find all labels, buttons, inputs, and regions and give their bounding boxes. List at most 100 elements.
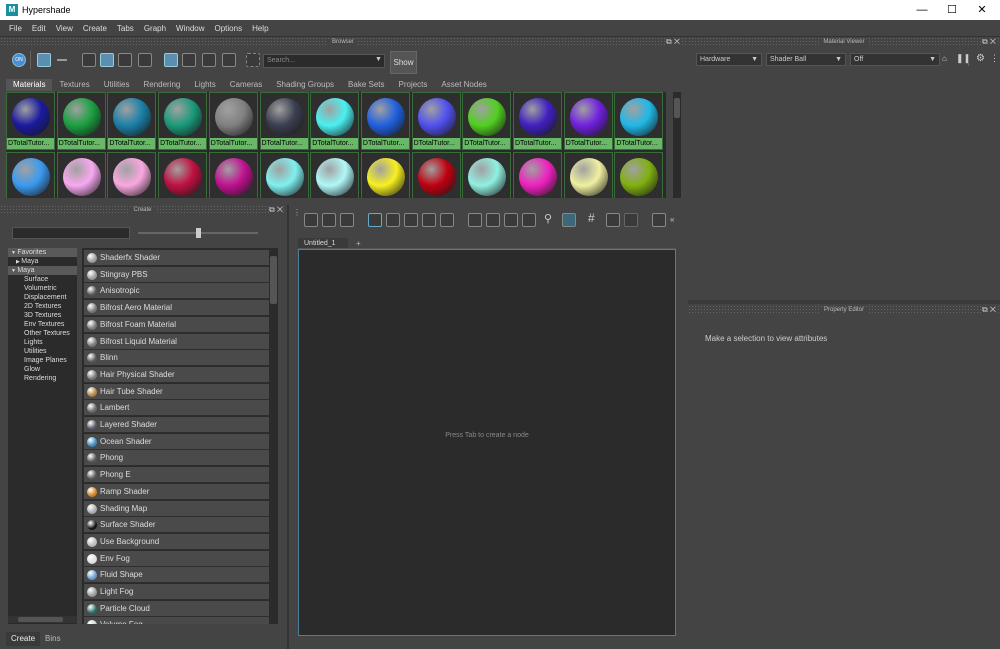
tree-item-lights[interactable]: Lights (8, 338, 77, 347)
create-item-anisotropic[interactable]: Anisotropic (84, 283, 269, 300)
menu-options[interactable]: Options (210, 24, 248, 33)
swatch-size-icon[interactable] (138, 53, 152, 67)
layout-icon[interactable] (386, 213, 400, 227)
panel-splitter[interactable] (287, 205, 289, 649)
tree-hscrollbar-thumb[interactable] (18, 617, 63, 622)
swatch-size-slider[interactable] (138, 228, 258, 238)
material-swatch[interactable]: DTotalTutor... (563, 92, 613, 150)
tree-item-maya[interactable]: ▼ Maya (8, 266, 77, 275)
gear-icon[interactable]: ⚙ (976, 53, 985, 64)
create-item-bifrost-aero-material[interactable]: Bifrost Aero Material (84, 300, 269, 317)
align-icon[interactable] (404, 213, 418, 227)
tree-item-glow[interactable]: Glow (8, 365, 77, 374)
minimize-button[interactable]: — (908, 2, 936, 18)
material-swatch[interactable]: DTotalTutor... (462, 92, 512, 150)
menu-file[interactable]: File (4, 24, 27, 33)
create-search-input[interactable] (12, 227, 130, 239)
panel-float-close-icon[interactable]: ⧉ ✕ (981, 305, 996, 315)
sort-ascending-icon[interactable] (164, 53, 178, 67)
tree-hscrollbar[interactable] (8, 616, 77, 623)
input-connections-icon[interactable] (304, 213, 318, 227)
create-item-volume-fog[interactable]: Volume Fog (84, 617, 269, 624)
create-item-blinn[interactable]: Blinn (84, 350, 269, 367)
grid-icon[interactable]: # (588, 211, 595, 225)
tab-projects[interactable]: Projects (392, 79, 435, 91)
create-item-shaderfx-shader[interactable]: Shaderfx Shader (84, 250, 269, 266)
create-list-scrollbar[interactable] (269, 248, 278, 624)
browser-scrollbar-thumb[interactable] (674, 98, 680, 118)
create-item-env-fog[interactable]: Env Fog (84, 550, 269, 567)
material-swatch[interactable]: DTotalTutor... (107, 92, 157, 150)
panel-splitter[interactable] (688, 300, 1000, 304)
menu-help[interactable]: Help (247, 24, 273, 33)
tree-item-2d-textures[interactable]: 2D Textures (8, 302, 77, 311)
create-item-ocean-shader[interactable]: Ocean Shader (84, 433, 269, 450)
search-dropdown-arrow-icon[interactable]: ▼ (375, 56, 382, 63)
material-swatch[interactable]: DTotalTutor... (360, 92, 410, 150)
sort-type-icon[interactable] (100, 53, 114, 67)
sort-name-icon[interactable] (82, 53, 96, 67)
material-swatch[interactable]: DTotalTutor... (158, 92, 208, 150)
tab-bake-sets[interactable]: Bake Sets (341, 79, 391, 91)
tab-materials[interactable]: Materials (6, 79, 53, 91)
material-swatch[interactable] (563, 152, 613, 198)
create-item-phong[interactable]: Phong (84, 450, 269, 467)
distribute-icon[interactable] (422, 213, 436, 227)
create-item-use-background[interactable]: Use Background (84, 533, 269, 550)
node-graph-canvas[interactable] (298, 249, 676, 636)
search-icon[interactable]: ⚲ (544, 212, 552, 225)
tab-shading-groups[interactable]: Shading Groups (269, 79, 341, 91)
toggle-on-icon[interactable]: ON (12, 53, 26, 67)
create-item-surface-shader[interactable]: Surface Shader (84, 517, 269, 534)
selection-filter-icon[interactable] (246, 53, 260, 67)
material-swatch[interactable] (107, 152, 157, 198)
tree-item-image-planes[interactable]: Image Planes (8, 356, 77, 365)
browser-search-input[interactable]: Search... (263, 54, 385, 68)
create-item-shading-map[interactable]: Shading Map (84, 500, 269, 517)
tree-item-displacement[interactable]: Displacement (8, 293, 77, 302)
material-swatch[interactable] (310, 152, 360, 198)
material-swatch[interactable]: DTotalTutor... (6, 92, 55, 150)
material-swatch[interactable] (158, 152, 208, 198)
node-editor-drag-handle-icon[interactable]: ⋮ (293, 208, 301, 217)
material-swatch[interactable] (614, 152, 664, 198)
tree-item-favorites[interactable]: ▼ Favorites (8, 248, 77, 257)
custom-mode-icon[interactable] (522, 213, 536, 227)
menu-graph[interactable]: Graph (139, 24, 171, 33)
tab-utilities[interactable]: Utilities (97, 79, 137, 91)
create-item-layered-shader[interactable]: Layered Shader (84, 417, 269, 433)
tree-item-other-textures[interactable]: Other Textures (8, 329, 77, 338)
create-item-hair-physical-shader[interactable]: Hair Physical Shader (84, 366, 269, 383)
create-item-hair-tube-shader[interactable]: Hair Tube Shader (84, 383, 269, 400)
close-button[interactable]: ✕ (968, 2, 996, 18)
render-camera-icon[interactable]: ⌂ (942, 54, 947, 63)
create-item-light-fog[interactable]: Light Fog (84, 584, 269, 600)
material-swatch[interactable]: DTotalTutor... (310, 92, 360, 150)
material-swatch[interactable] (513, 152, 562, 198)
create-item-lambert[interactable]: Lambert (84, 400, 269, 417)
full-mode-icon[interactable] (504, 213, 518, 227)
material-swatch[interactable]: DTotalTutor... (56, 92, 106, 150)
material-preview-area[interactable] (690, 68, 998, 298)
tree-item-env-textures[interactable]: Env Textures (8, 320, 77, 329)
create-list-scrollbar-thumb[interactable] (270, 256, 277, 304)
material-swatch[interactable] (411, 152, 461, 198)
tab-bins[interactable]: Bins (40, 632, 66, 646)
tree-item-rendering[interactable]: Rendering (8, 374, 77, 383)
tree-item-3d-textures[interactable]: 3D Textures (8, 311, 77, 320)
tab-lights[interactable]: Lights (187, 79, 222, 91)
slider-handle[interactable] (196, 228, 201, 238)
frame-all-icon[interactable] (368, 213, 382, 227)
add-tab-button[interactable]: + (356, 239, 361, 248)
create-item-particle-cloud[interactable]: Particle Cloud (84, 600, 269, 617)
menu-edit[interactable]: Edit (27, 24, 51, 33)
connected-mode-icon[interactable] (486, 213, 500, 227)
view-list-mode-icon[interactable] (57, 59, 67, 61)
menu-create[interactable]: Create (78, 24, 112, 33)
graph-materials-icon[interactable] (652, 213, 666, 227)
pin-icon[interactable] (624, 213, 638, 227)
create-item-bifrost-foam-material[interactable]: Bifrost Foam Material (84, 316, 269, 333)
material-swatch[interactable] (462, 152, 512, 198)
output-connections-icon[interactable] (340, 213, 354, 227)
create-item-phong-e[interactable]: Phong E (84, 467, 269, 484)
